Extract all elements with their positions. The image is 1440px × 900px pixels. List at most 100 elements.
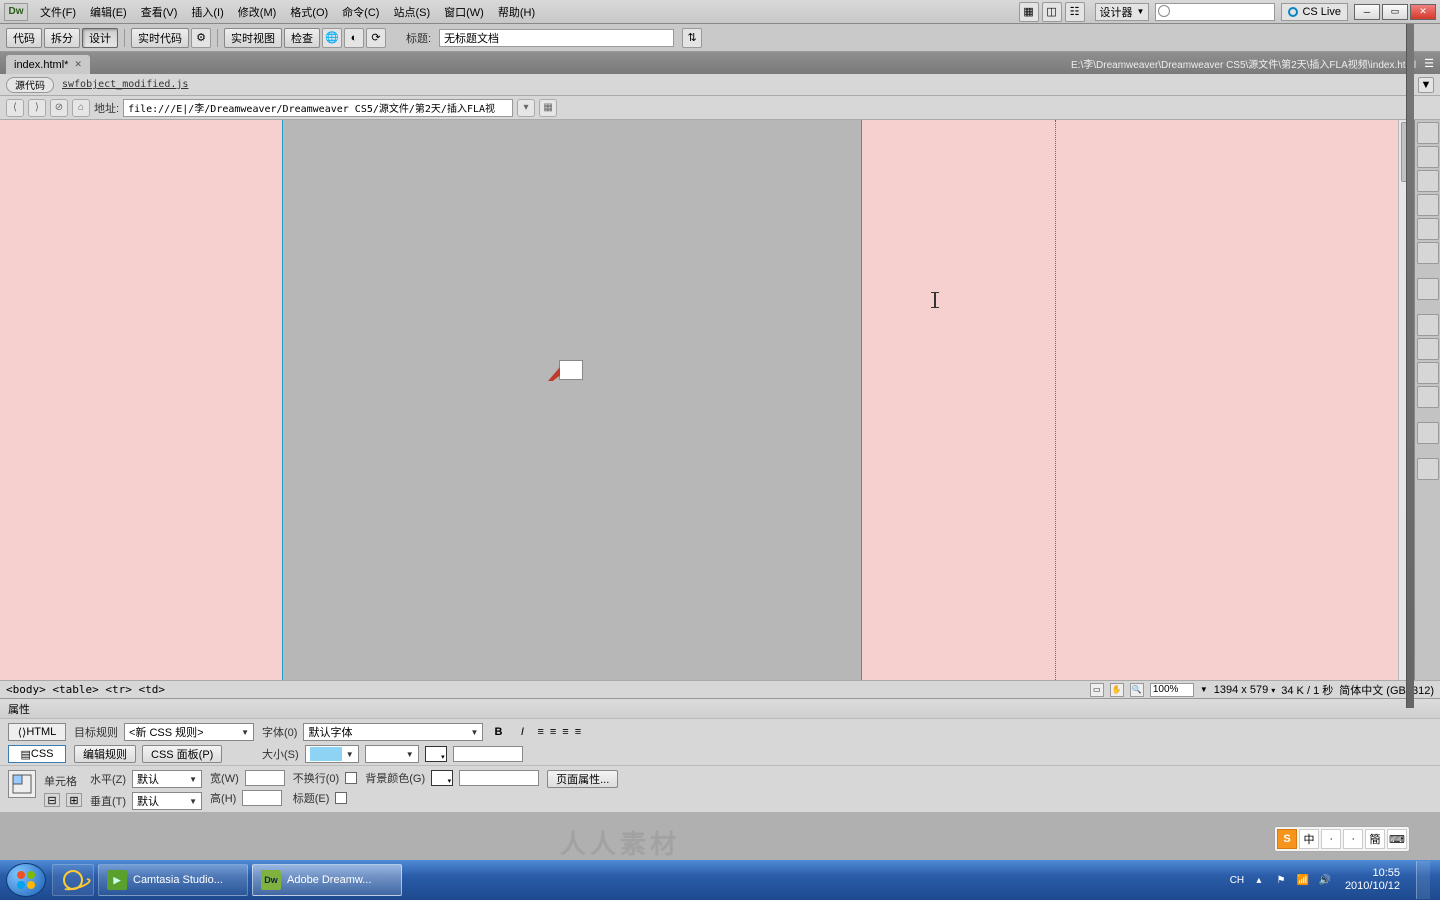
select-tool-icon[interactable]: ▭ (1090, 683, 1104, 697)
file-mgmt-icon[interactable]: ⇅ (682, 28, 702, 48)
taskbar-camtasia[interactable]: ▶Camtasia Studio... (98, 864, 248, 896)
lang-indicator[interactable]: CH (1229, 872, 1245, 888)
properties-header[interactable]: 属性 (0, 699, 1440, 719)
flash-placeholder-icon[interactable] (559, 360, 583, 380)
workspace-switcher[interactable]: 设计器▼ (1095, 3, 1150, 21)
view-design-button[interactable]: 设计 (82, 28, 118, 48)
view-code-button[interactable]: 代码 (6, 28, 42, 48)
zoom-field[interactable] (1150, 683, 1194, 697)
cslive-button[interactable]: CS Live (1281, 3, 1348, 21)
height-field[interactable] (242, 790, 282, 806)
taskbar-dreamweaver[interactable]: DwAdobe Dreamw... (252, 864, 402, 896)
css-panel-button[interactable]: CSS 面板(P) (142, 745, 222, 763)
ime-width-button[interactable]: ᐧ (1343, 829, 1363, 849)
width-field[interactable] (245, 770, 285, 786)
ap-elements-panel-icon[interactable] (1417, 170, 1439, 192)
size-combo[interactable]: ▼ (305, 745, 359, 763)
liveview-button[interactable]: 实时视图 (224, 28, 282, 48)
nav-fwd-icon[interactable]: ⟩ (28, 99, 46, 117)
tray-network-icon[interactable]: 📶 (1295, 872, 1311, 888)
business-catalyst-icon[interactable] (1417, 194, 1439, 216)
ruler-guide[interactable] (1055, 120, 1056, 680)
layout-grid-icon[interactable]: ▦ (1019, 2, 1039, 22)
target-rule-combo[interactable]: <新 CSS 规则>▼ (124, 723, 254, 741)
window-maximize[interactable]: ▭ (1382, 4, 1408, 20)
bgcolor-swatch[interactable]: ▾ (431, 770, 453, 786)
filter-icon[interactable]: ▼ (1418, 77, 1434, 93)
refresh-icon[interactable]: ⟳ (366, 28, 386, 48)
nav-stop-icon[interactable]: ⊘ (50, 99, 68, 117)
bindings-panel-icon[interactable] (1417, 458, 1439, 480)
close-icon[interactable]: ✕ (74, 59, 82, 70)
ime-lang-button[interactable]: 中 (1299, 829, 1319, 849)
frames-panel-icon[interactable] (1417, 278, 1439, 300)
source-code-chip[interactable]: 源代码 (6, 77, 54, 93)
browser-preview-icon[interactable]: 🌐 (322, 28, 342, 48)
page-encoding[interactable]: 简体中文 (GB2312) (1339, 682, 1434, 698)
ime-logo-icon[interactable]: S (1277, 829, 1297, 849)
menu-s[interactable]: 站点(S) (387, 1, 436, 23)
taskbar-clock[interactable]: 10:552010/10/12 (1339, 867, 1406, 893)
menu-i[interactable]: 插入(I) (185, 1, 229, 23)
text-color-field[interactable] (453, 746, 523, 762)
menu-h[interactable]: 帮助(H) (492, 1, 541, 23)
menu-c[interactable]: 命令(C) (336, 1, 385, 23)
ime-trad-button[interactable]: 簡 (1365, 829, 1385, 849)
address-field[interactable]: file:///E|/李/Dreamweaver/Dreamweaver CS5… (123, 99, 513, 117)
split-cell-icon[interactable]: ⊞ (66, 793, 82, 807)
related-file-link[interactable]: swfobject_modified.js (62, 79, 188, 90)
hand-tool-icon[interactable]: ✋ (1110, 683, 1124, 697)
nav-home-icon[interactable]: ⌂ (72, 99, 90, 117)
databases-panel-icon[interactable] (1417, 422, 1439, 444)
tag-breadcrumb[interactable]: <body> <table> <tr> <td> (6, 683, 165, 696)
font-combo[interactable]: 默认字体▼ (303, 723, 483, 741)
size-unit-combo[interactable]: ▼ (365, 745, 419, 763)
menu-w[interactable]: 窗口(W) (438, 1, 490, 23)
window-minimize[interactable]: ─ (1354, 4, 1380, 20)
nowrap-checkbox[interactable] (345, 772, 357, 784)
menu-m[interactable]: 修改(M) (232, 1, 283, 23)
layout-stack-icon[interactable]: ☷ (1065, 2, 1085, 22)
history-panel-icon[interactable] (1417, 362, 1439, 384)
behaviors-panel-icon[interactable] (1417, 338, 1439, 360)
ime-punct-button[interactable]: ᐧ (1321, 829, 1341, 849)
table-cell[interactable] (282, 120, 862, 680)
document-tab[interactable]: index.html* ✕ (6, 55, 90, 74)
align-right-icon[interactable]: ≡ (562, 726, 568, 738)
layout-split-icon[interactable]: ◫ (1042, 2, 1062, 22)
view-split-button[interactable]: 拆分 (44, 28, 80, 48)
align-center-icon[interactable]: ≡ (550, 726, 556, 738)
bgcolor-field[interactable] (459, 770, 539, 786)
tray-flag-icon[interactable]: ⚑ (1273, 872, 1289, 888)
italic-button[interactable]: I (513, 726, 531, 738)
tray-volume-icon[interactable]: 🔊 (1317, 872, 1333, 888)
align-justify-icon[interactable]: ≡ (575, 726, 581, 738)
inspect-button[interactable]: 检查 (284, 28, 320, 48)
visual-aids-icon[interactable]: ◐ (344, 28, 364, 48)
ime-toolbar[interactable]: S 中 ᐧ ᐧ 簡 ⌨ (1274, 826, 1410, 852)
doc-menu-icon[interactable]: ☰ (1424, 57, 1434, 70)
window-close[interactable]: ✕ (1410, 4, 1436, 20)
tray-chevron-icon[interactable]: ▴ (1251, 872, 1267, 888)
server-behaviors-icon[interactable] (1417, 386, 1439, 408)
zoom-dropdown-icon[interactable]: ▼ (1200, 685, 1208, 694)
insert-panel-icon[interactable] (1417, 122, 1439, 144)
pinned-ie[interactable] (52, 864, 94, 896)
nav-back-icon[interactable]: ⟨ (6, 99, 24, 117)
page-properties-button[interactable]: 页面属性... (547, 770, 618, 788)
doc-title-input[interactable] (439, 29, 674, 47)
vert-combo[interactable]: 默认▼ (132, 792, 202, 810)
align-left-icon[interactable]: ≡ (537, 726, 543, 738)
design-canvas[interactable] (0, 120, 1414, 680)
ime-softkbd-icon[interactable]: ⌨ (1387, 829, 1407, 849)
text-color-swatch[interactable]: ▾ (425, 746, 447, 762)
zoom-tool-icon[interactable]: 🔍 (1130, 683, 1144, 697)
menu-v[interactable]: 查看(V) (135, 1, 184, 23)
css-mode-button[interactable]: ▤ CSS (8, 745, 66, 763)
tag-inspector-icon[interactable] (1417, 314, 1439, 336)
address-dropdown-icon[interactable]: ▾ (517, 99, 535, 117)
livecode-button[interactable]: 实时代码 (131, 28, 189, 48)
canvas-dimensions[interactable]: 1394 x 579 ▾ (1214, 684, 1276, 696)
files-panel-icon[interactable] (1417, 218, 1439, 240)
start-button[interactable] (6, 863, 46, 897)
